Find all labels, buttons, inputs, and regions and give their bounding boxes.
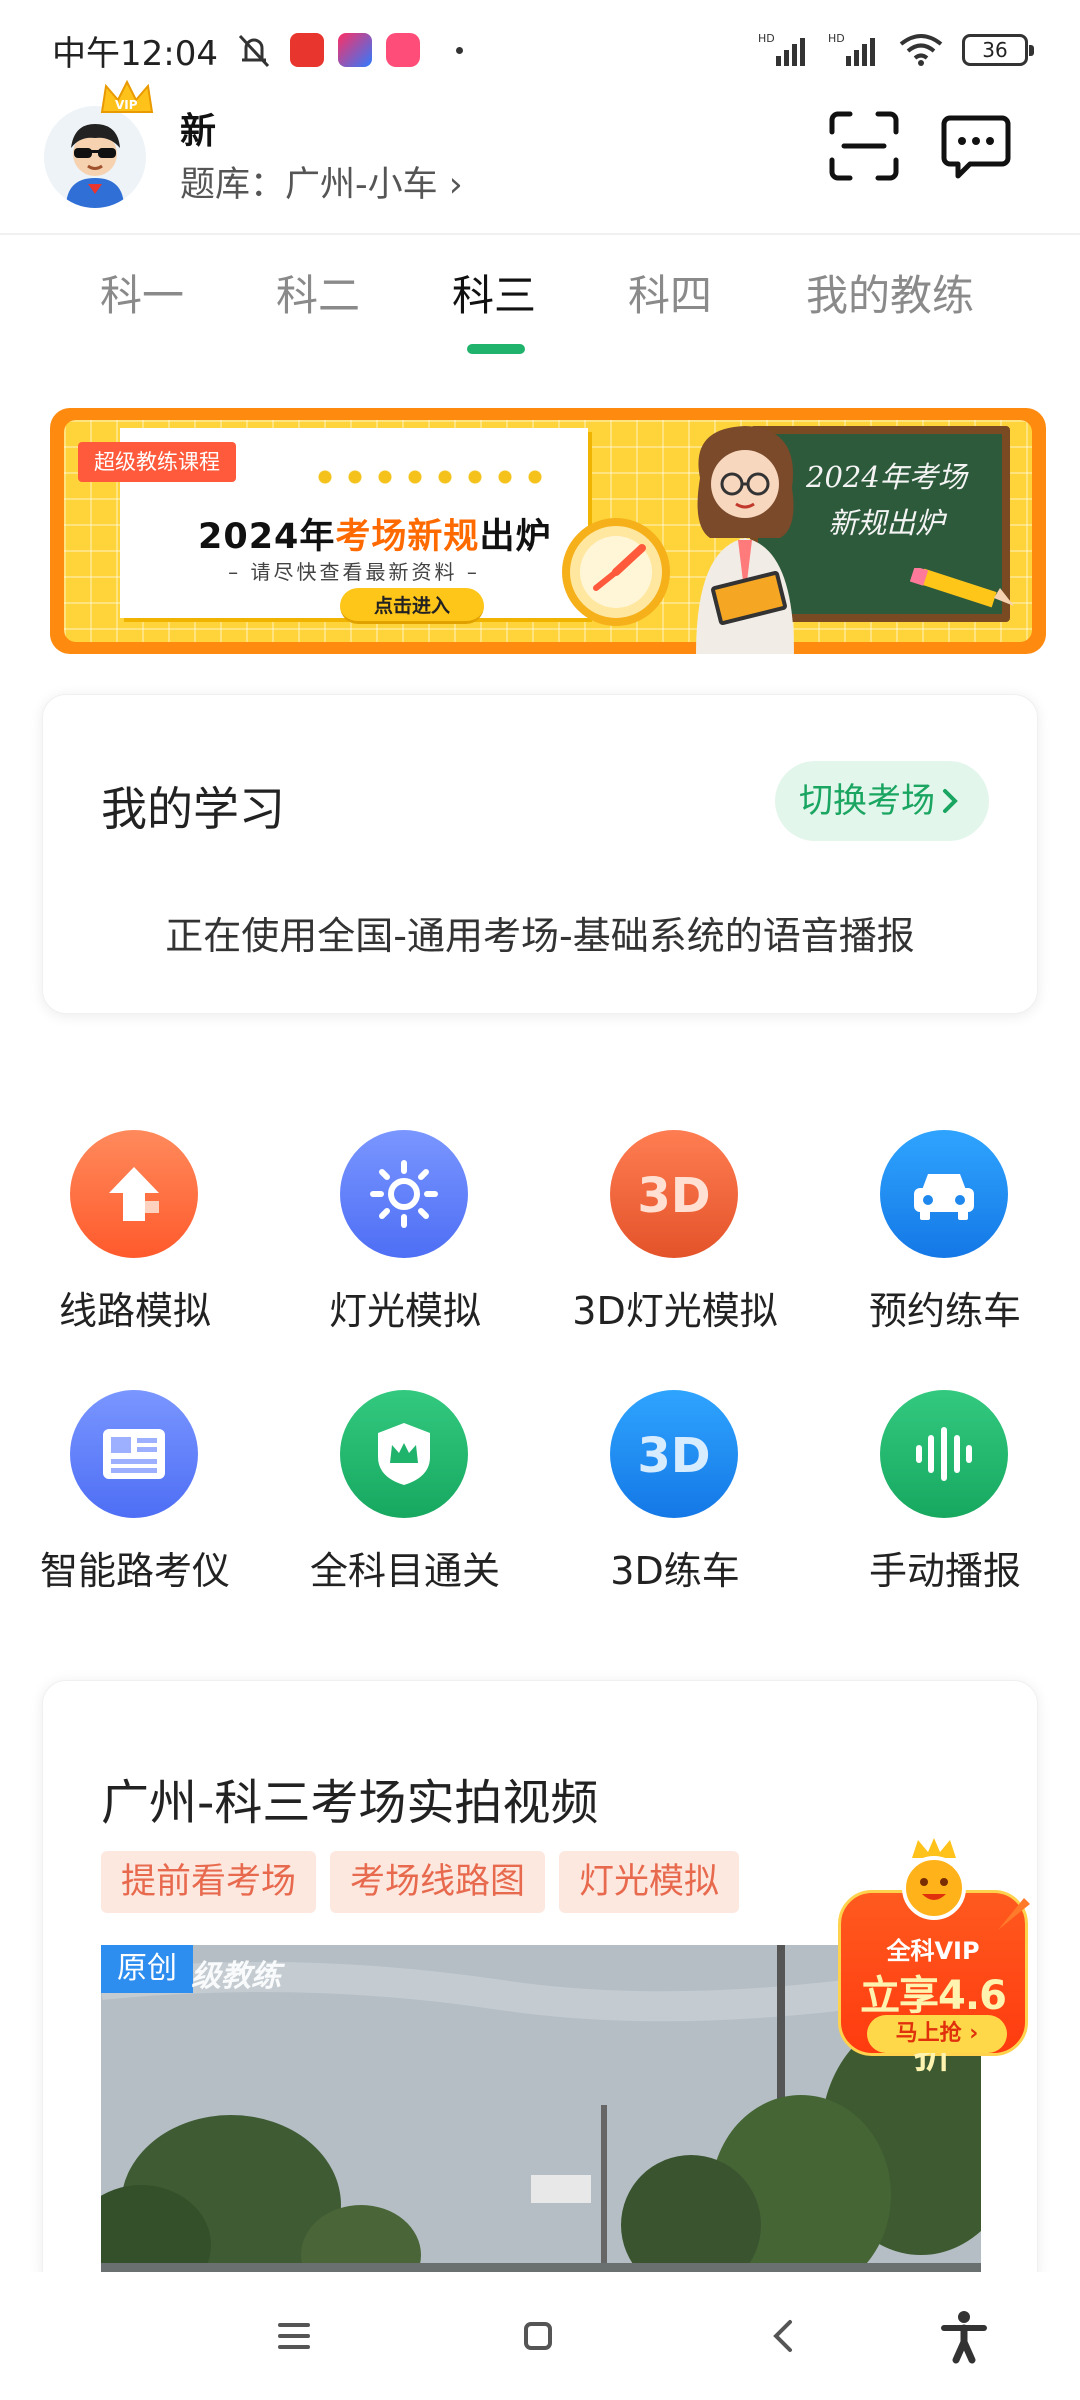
feature-label: 线路模拟 [58,1289,211,1333]
avatar[interactable] [44,106,146,208]
feature-manual-broadcast[interactable]: 手动播报 [810,1388,1080,1598]
vip-grab-button[interactable]: 马上抢 › [867,2015,1007,2053]
video-app-icon [337,33,372,67]
mute-icon [238,34,270,68]
feature-all-subjects-pass[interactable]: 全科目通关 [270,1388,540,1598]
signal-icon: HD [758,32,805,66]
svg-text:HD: HD [828,32,845,45]
tab-subject-2[interactable]: 科二 [276,262,360,323]
chevron-right-icon [943,789,958,813]
tag-preview-exam-site[interactable]: 提前看考场 [101,1851,317,1913]
tab-my-coach[interactable]: 我的教练 [806,262,974,323]
feature-label: 灯光模拟 [328,1289,481,1333]
svg-text:HD: HD [758,32,775,45]
banner-dots [310,470,550,484]
scan-icon[interactable] [828,110,900,182]
message-icon[interactable] [940,112,1012,184]
chalkboard-line-1: 2024年考场 [806,460,967,494]
banner-tag: 超级教练课程 [78,442,236,482]
tag-route-map[interactable]: 考场线路图 [330,1851,546,1913]
feature-smart-road-test[interactable]: 智能路考仪 [0,1388,270,1598]
back-icon[interactable] [756,2308,812,2364]
switch-exam-site-button[interactable]: 切换考场 [775,761,989,841]
battery-icon: 36 [962,34,1034,66]
video-section-title: 广州-科三考场实拍视频 [101,1775,599,1831]
voice-broadcast-status: 正在使用全国-通用考场-基础系统的语音播报 [165,914,915,958]
home-icon[interactable] [510,2308,566,2364]
crown-shield-icon [340,1390,468,1518]
feature-light-simulation[interactable]: 灯光模拟 [270,1128,540,1338]
chalkboard-text: 2024年考场 新规出炉 [806,454,967,546]
svg-text:3D: 3D [637,1428,710,1484]
signal-icon: HD [828,32,875,66]
study-title: 我的学习 [101,782,285,836]
my-study-card: 我的学习 切换考场 正在使用全国-通用考场-基础系统的语音播报 [42,694,1038,1014]
vip-crown-icon: VIP [100,79,154,113]
subject-tabs: 科一 科二 科三 科四 我的教练 [0,262,1080,362]
svg-text:VIP: VIP [115,98,138,112]
vip-line-1: 全科VIP [886,1937,980,1965]
promo-banner[interactable]: 超级教练课程 2024年考场新规出炉 – 请尽快查看最新资料 – 点击进入 20… [50,408,1046,654]
status-time: 中午12:04 [52,33,218,74]
clock-icon [562,518,670,626]
video-tag-row: 提前看考场 考场线路图 灯光模拟 [101,1851,740,1913]
feature-3d-practice[interactable]: 3D 3D练车 [540,1388,810,1598]
ribbon-icon [998,1898,1030,1930]
battery-level: 36 [982,38,1008,62]
feature-route-simulation[interactable]: 线路模拟 [0,1128,270,1338]
banner-subtitle: – 请尽快查看最新资料 – [228,560,480,584]
news-app-icon [289,33,324,67]
status-bar: 中午12:04 HD HD 36 [0,0,1080,100]
feature-label: 3D灯光模拟 [572,1289,778,1333]
feature-label: 预约练车 [868,1289,1021,1333]
svg-text:3D: 3D [637,1168,710,1224]
video-watermark: 级教练 [191,1959,281,1994]
banner-title-highlight: 考场新规 [335,517,480,557]
avatar-illustration [44,106,146,208]
vip-discount-float[interactable]: 全科VIP 立享4.6折 马上抢 › [834,1826,1034,2077]
original-badge: 原创 [101,1945,193,1993]
banner-enter-button[interactable]: 点击进入 [340,588,484,624]
feature-label: 全科目通关 [309,1549,500,1593]
chalkboard-line-2: 新规出炉 [828,506,945,540]
smiley-crown-icon [902,1838,966,1920]
wifi-icon [899,34,943,66]
3d-icon: 3D [610,1130,738,1258]
status-dot [455,46,463,54]
system-nav-bar [0,2272,1080,2400]
teacher-illustration [696,426,794,654]
switch-exam-site-label: 切换考场 [799,781,935,821]
3d-icon: 3D [610,1390,738,1518]
feature-label: 智能路考仪 [39,1549,230,1593]
tab-subject-3[interactable]: 科三 [452,262,536,323]
banner-title-suffix: 出炉 [479,517,552,557]
user-name: 新 [180,111,217,152]
music-app-icon [385,33,420,67]
profile-header: VIP 新 题库：广州-小车 › [0,79,1080,235]
banner-title: 2024年考场新规出炉 [198,508,551,559]
tab-subject-4[interactable]: 科四 [628,262,712,323]
newspaper-icon [70,1390,198,1518]
header-divider [0,233,1080,235]
menu-icon[interactable] [266,2308,322,2364]
feature-label: 手动播报 [868,1549,1021,1593]
pencil-icon [910,568,1014,608]
car-icon [880,1130,1008,1258]
sound-wave-icon [880,1390,1008,1518]
sun-icon [340,1130,468,1258]
feature-3d-light-simulation[interactable]: 3D 3D灯光模拟 [540,1128,810,1338]
question-bank-selector[interactable]: 题库：广州-小车 › [180,156,463,207]
feature-grid: 线路模拟 灯光模拟 3D 3D灯光模拟 预约练车 智能路考仪 全科目通关 3D … [0,1128,1080,1598]
active-tab-indicator [467,344,525,354]
tag-light-simulation[interactable]: 灯光模拟 [559,1851,740,1913]
banner-title-year: 2024年 [198,517,336,557]
feature-book-practice[interactable]: 预约练车 [810,1128,1080,1338]
feature-label: 3D练车 [610,1549,740,1593]
tab-subject-1[interactable]: 科一 [100,262,184,323]
accessibility-icon[interactable] [936,2308,992,2364]
arrow-up-icon [70,1130,198,1258]
